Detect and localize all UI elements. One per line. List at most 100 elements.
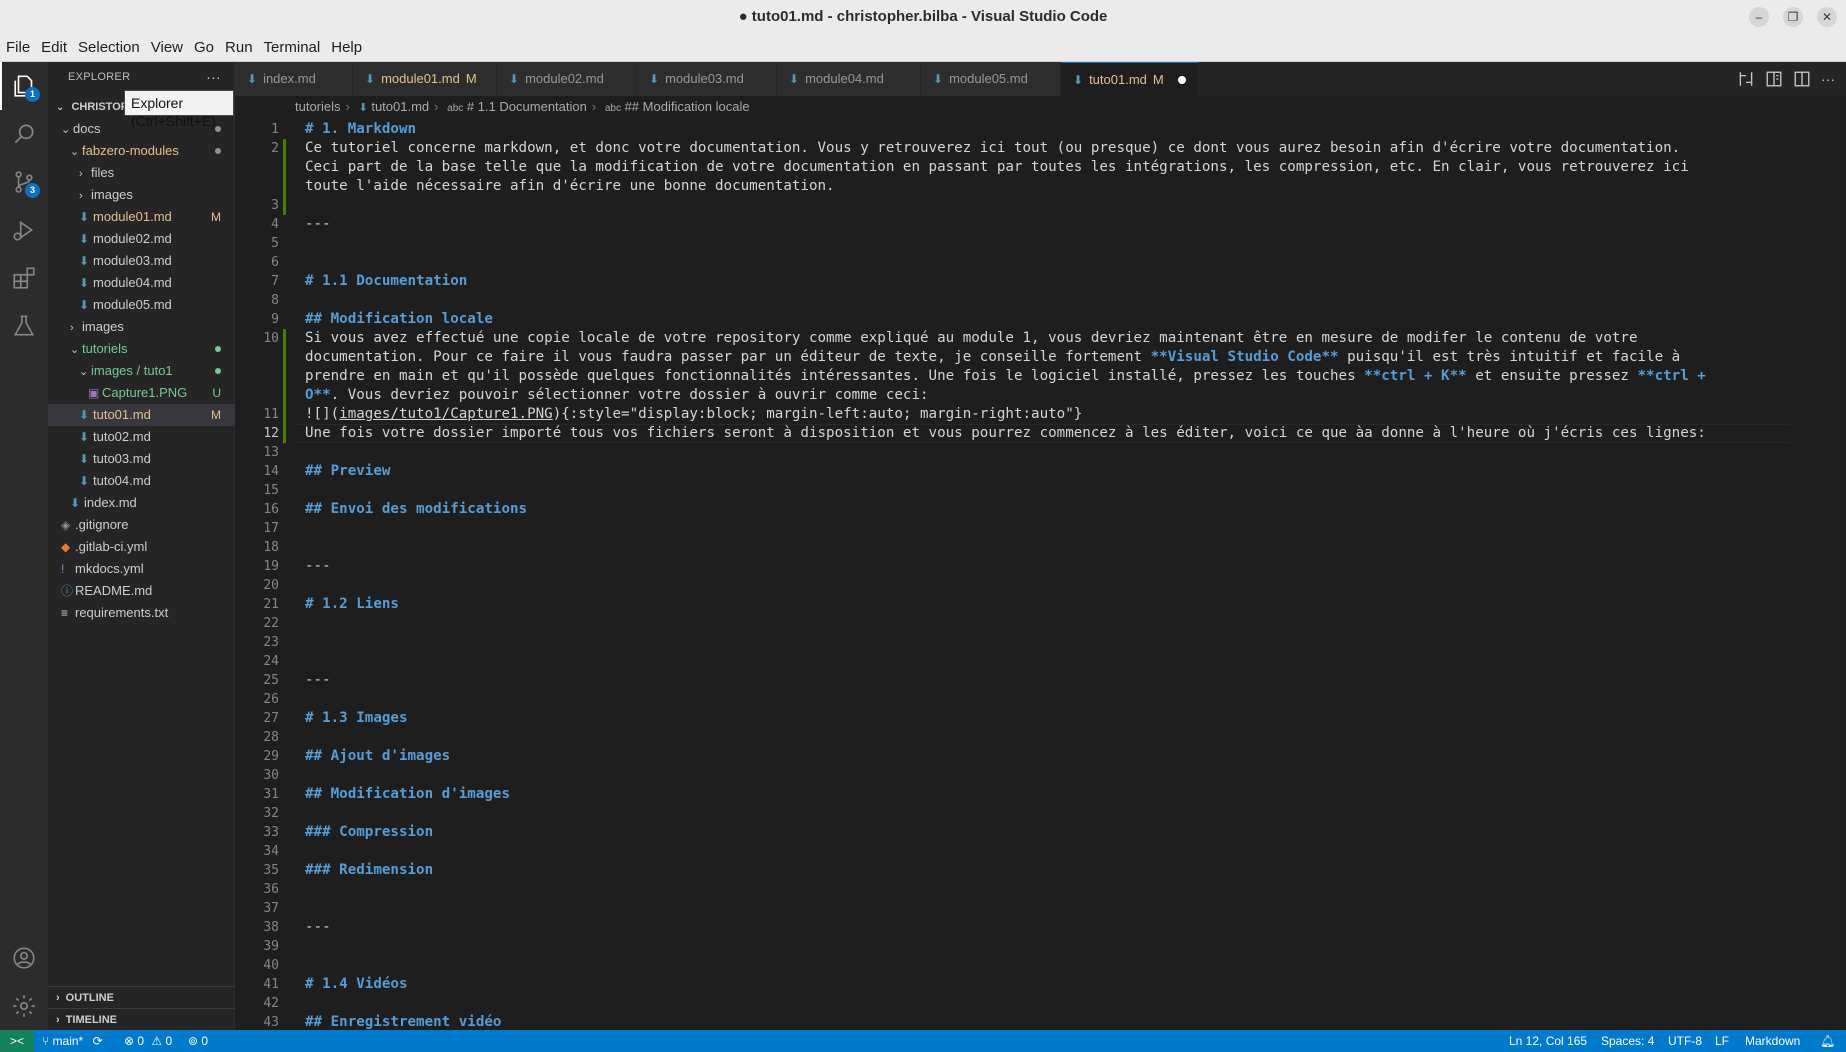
code-line[interactable]	[305, 880, 1755, 899]
folder-item[interactable]: › files	[48, 162, 235, 184]
tab-index-md[interactable]: ⬇ index.md	[235, 62, 353, 96]
code-line[interactable]: documentation. Pour ce faire il vous fau…	[305, 348, 1755, 367]
code-line[interactable]	[305, 481, 1755, 500]
code-line[interactable]	[305, 443, 1755, 462]
tab-tuto01-md[interactable]: ⬇ tuto01.md M	[1061, 62, 1199, 96]
file-item[interactable]: ⬇ tuto03.md	[48, 448, 235, 470]
source-control-activity-button[interactable]: 3	[0, 158, 48, 206]
menu-selection[interactable]: Selection	[78, 39, 140, 56]
menu-terminal[interactable]: Terminal	[264, 39, 321, 56]
problems-indicator[interactable]: ⊗ 0 ⚠ 0	[124, 1030, 172, 1052]
explorer-activity-button[interactable]: 1	[0, 62, 48, 110]
git-change-indicator[interactable]	[283, 329, 286, 443]
code-line[interactable]: ### Compression	[305, 823, 1755, 842]
code-line[interactable]	[305, 576, 1755, 595]
breadcrumb-file[interactable]: tuto01.md	[371, 99, 429, 114]
file-item[interactable]: ⓘ README.md	[48, 580, 235, 602]
code-line[interactable]: toute l'aide nécessaire afin d'écrire un…	[305, 177, 1755, 196]
manage-activity-button[interactable]	[0, 982, 48, 1030]
code-line[interactable]	[305, 234, 1755, 253]
code-line[interactable]	[305, 291, 1755, 310]
file-item[interactable]: ⬇ tuto02.md	[48, 426, 235, 448]
compare-changes-icon[interactable]	[1737, 70, 1755, 88]
remote-indicator[interactable]: ><	[0, 1030, 34, 1052]
run-debug-activity-button[interactable]	[0, 206, 48, 254]
outline-section[interactable]: › OUTLINE	[48, 986, 235, 1008]
folder-item[interactable]: ⌄ tutoriels	[48, 338, 235, 360]
code-line[interactable]	[305, 937, 1755, 956]
code-line[interactable]: # 1.4 Vidéos	[305, 975, 1755, 994]
indentation[interactable]: Spaces: 4	[1601, 1030, 1654, 1052]
code-line[interactable]: Ceci part de la base telle que la modifi…	[305, 158, 1755, 177]
code-line[interactable]	[305, 728, 1755, 747]
testing-activity-button[interactable]	[0, 302, 48, 350]
unsaved-dot-icon[interactable]	[1178, 76, 1186, 84]
code-line[interactable]: Une fois votre dossier importé tous vos …	[305, 424, 1755, 443]
file-item[interactable]: ≡ requirements.txt	[48, 602, 235, 624]
folder-item[interactable]: ⌄ fabzero-modules	[48, 140, 235, 162]
file-item[interactable]: ◆ .gitlab-ci.yml	[48, 536, 235, 558]
extensions-activity-button[interactable]	[0, 254, 48, 302]
code-line[interactable]	[305, 633, 1755, 652]
code-line[interactable]	[305, 804, 1755, 823]
code-line[interactable]: prendre en main et qu'il possède quelque…	[305, 367, 1755, 386]
code-line[interactable]	[305, 652, 1755, 671]
cursor-position[interactable]: Ln 12, Col 165	[1509, 1030, 1587, 1052]
tab-module03-md[interactable]: ⬇ module03.md	[637, 62, 777, 96]
encoding[interactable]: UTF-8	[1668, 1030, 1702, 1052]
folder-item[interactable]: ⌄ images / tuto1	[48, 360, 235, 382]
menu-edit[interactable]: Edit	[41, 39, 67, 56]
code-line[interactable]: ## Preview	[305, 462, 1755, 481]
file-item[interactable]: ⬇ index.md	[48, 492, 235, 514]
code-line[interactable]: ---	[305, 671, 1755, 690]
code-line[interactable]	[305, 519, 1755, 538]
language-mode[interactable]: Markdown	[1745, 1030, 1800, 1052]
file-item[interactable]: ⬇ module04.md	[48, 272, 235, 294]
file-item[interactable]: ◈ .gitignore	[48, 514, 235, 536]
code-line[interactable]: ## Envoi des modifications	[305, 500, 1755, 519]
file-item[interactable]: ⬇ module01.md M	[48, 206, 235, 228]
code-line[interactable]: ## Modification locale	[305, 310, 1755, 329]
breadcrumb-section[interactable]: # 1.1 Documentation	[467, 99, 587, 114]
more-tab-actions-icon[interactable]: ···	[1821, 70, 1839, 88]
code-line[interactable]	[305, 196, 1755, 215]
code-line[interactable]	[305, 614, 1755, 633]
code-line[interactable]	[305, 842, 1755, 861]
code-line[interactable]	[305, 956, 1755, 975]
code-line[interactable]: ![](images/tuto1/Capture1.PNG){:style="d…	[305, 405, 1755, 424]
code-line[interactable]: # 1.3 Images	[305, 709, 1755, 728]
sync-icon[interactable]: ⟳	[93, 1034, 103, 1048]
code-line[interactable]: Si vous avez effectué une copie locale d…	[305, 329, 1755, 348]
code-line[interactable]: Ce tutoriel concerne markdown, et donc v…	[305, 139, 1755, 158]
code-line[interactable]: ---	[305, 215, 1755, 234]
menu-run[interactable]: Run	[225, 39, 253, 56]
tab-module04-md[interactable]: ⬇ module04.md	[777, 62, 921, 96]
tab-module05-md[interactable]: ⬇ module05.md	[921, 62, 1061, 96]
file-item[interactable]: ⬇ module05.md	[48, 294, 235, 316]
code-line[interactable]: ---	[305, 557, 1755, 576]
close-button[interactable]: ✕	[1817, 7, 1837, 27]
tab-module01-md[interactable]: ⬇ module01.md M	[353, 62, 497, 96]
file-item[interactable]: ⬇ tuto04.md	[48, 470, 235, 492]
code-line[interactable]	[305, 690, 1755, 709]
folder-item[interactable]: › images	[48, 184, 235, 206]
code-line[interactable]	[305, 766, 1755, 785]
code-line[interactable]	[305, 253, 1755, 272]
minimize-button[interactable]: –	[1749, 7, 1769, 27]
ports-indicator[interactable]: ⊚ 0	[188, 1030, 208, 1052]
code-line[interactable]	[305, 899, 1755, 918]
notifications-icon[interactable]: 🔔︎	[1820, 1030, 1835, 1052]
tab-module02-md[interactable]: ⬇ module02.md	[497, 62, 637, 96]
code-line[interactable]: # 1.2 Liens	[305, 595, 1755, 614]
code-line[interactable]	[305, 994, 1755, 1013]
breadcrumb-subsection[interactable]: ## Modification locale	[625, 99, 750, 114]
search-activity-button[interactable]	[0, 110, 48, 158]
code-line[interactable]	[305, 538, 1755, 557]
folder-item[interactable]: › images	[48, 316, 235, 338]
split-editor-icon[interactable]	[1793, 70, 1811, 88]
accounts-activity-button[interactable]	[0, 934, 48, 982]
menu-go[interactable]: Go	[194, 39, 214, 56]
breadcrumb-folder[interactable]: tutoriels	[295, 99, 341, 114]
file-item[interactable]: ▣ Capture1.PNG U	[48, 382, 235, 404]
more-actions-button[interactable]: ···	[206, 62, 221, 92]
